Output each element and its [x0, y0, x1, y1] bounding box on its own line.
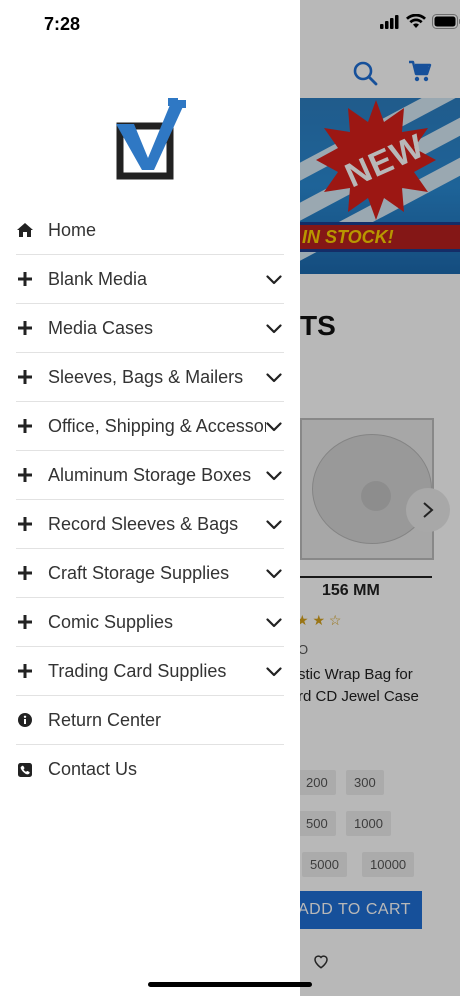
menu-item-office-shipping-accessories[interactable]: Office, Shipping & Accessories [16, 402, 284, 451]
plus-icon [16, 321, 34, 335]
menu-item-label: Return Center [48, 709, 162, 730]
chevron-down-icon[interactable] [266, 566, 282, 584]
drawer-menu: Home Blank Media Media Cases Sleeves, Bags … [16, 206, 284, 794]
menu-item-blank-media[interactable]: Blank Media [16, 255, 284, 304]
home-icon [16, 223, 34, 237]
battery-icon [432, 14, 460, 34]
chevron-down-icon[interactable] [266, 664, 282, 682]
menu-item-label: Aluminum Storage Boxes [48, 464, 252, 485]
chevron-down-icon[interactable] [266, 321, 282, 339]
plus-icon [16, 615, 34, 629]
menu-item-contact-us[interactable]: Contact Us [16, 745, 284, 794]
home-indicator [148, 982, 312, 987]
menu-item-comic-supplies[interactable]: Comic Supplies [16, 598, 284, 647]
plus-icon [16, 468, 34, 482]
phone-icon [16, 762, 34, 777]
status-icons [380, 13, 460, 34]
plus-icon [16, 664, 34, 678]
navigation-drawer: 7:28 Home Blank Media Media Cases Sleeves, … [0, 0, 312, 996]
menu-item-label: Comic Supplies [48, 611, 174, 632]
menu-item-home[interactable]: Home [16, 206, 284, 255]
chevron-down-icon[interactable] [266, 272, 282, 290]
brand-logo[interactable] [116, 98, 186, 180]
menu-item-label: Record Sleeves & Bags [48, 513, 239, 534]
menu-item-label: Home [48, 219, 97, 240]
plus-icon [16, 419, 34, 433]
signal-icon [380, 14, 400, 34]
plus-icon [16, 566, 34, 580]
plus-icon [16, 517, 34, 531]
status-time: 7:28 [44, 14, 81, 34]
menu-item-return-center[interactable]: Return Center [16, 696, 284, 745]
menu-item-label: Trading Card Supplies [48, 660, 227, 681]
chevron-down-icon[interactable] [266, 370, 282, 388]
menu-item-media-cases[interactable]: Media Cases [16, 304, 284, 353]
menu-item-label: Media Cases [48, 317, 154, 338]
menu-item-label: Craft Storage Supplies [48, 562, 230, 583]
menu-item-aluminum-storage-boxes[interactable]: Aluminum Storage Boxes [16, 451, 284, 500]
menu-item-label: Contact Us [48, 759, 138, 779]
info-icon [16, 713, 34, 727]
menu-item-record-sleeves-bags[interactable]: Record Sleeves & Bags [16, 500, 284, 549]
chevron-down-icon[interactable] [266, 517, 282, 535]
chevron-down-icon[interactable] [266, 468, 282, 486]
menu-item-label: Office, Shipping & Accessories [48, 415, 266, 436]
plus-icon [16, 272, 34, 286]
chevron-down-icon[interactable] [266, 615, 282, 633]
wifi-icon [406, 13, 426, 34]
menu-item-sleeves-bags-mailers[interactable]: Sleeves, Bags & Mailers [16, 353, 284, 402]
menu-item-label: Sleeves, Bags & Mailers [48, 366, 244, 387]
menu-item-craft-storage-supplies[interactable]: Craft Storage Supplies [16, 549, 284, 598]
chevron-down-icon[interactable] [266, 419, 282, 437]
menu-item-trading-card-supplies[interactable]: Trading Card Supplies [16, 647, 284, 696]
plus-icon [16, 370, 34, 384]
menu-item-label: Blank Media [48, 268, 148, 289]
